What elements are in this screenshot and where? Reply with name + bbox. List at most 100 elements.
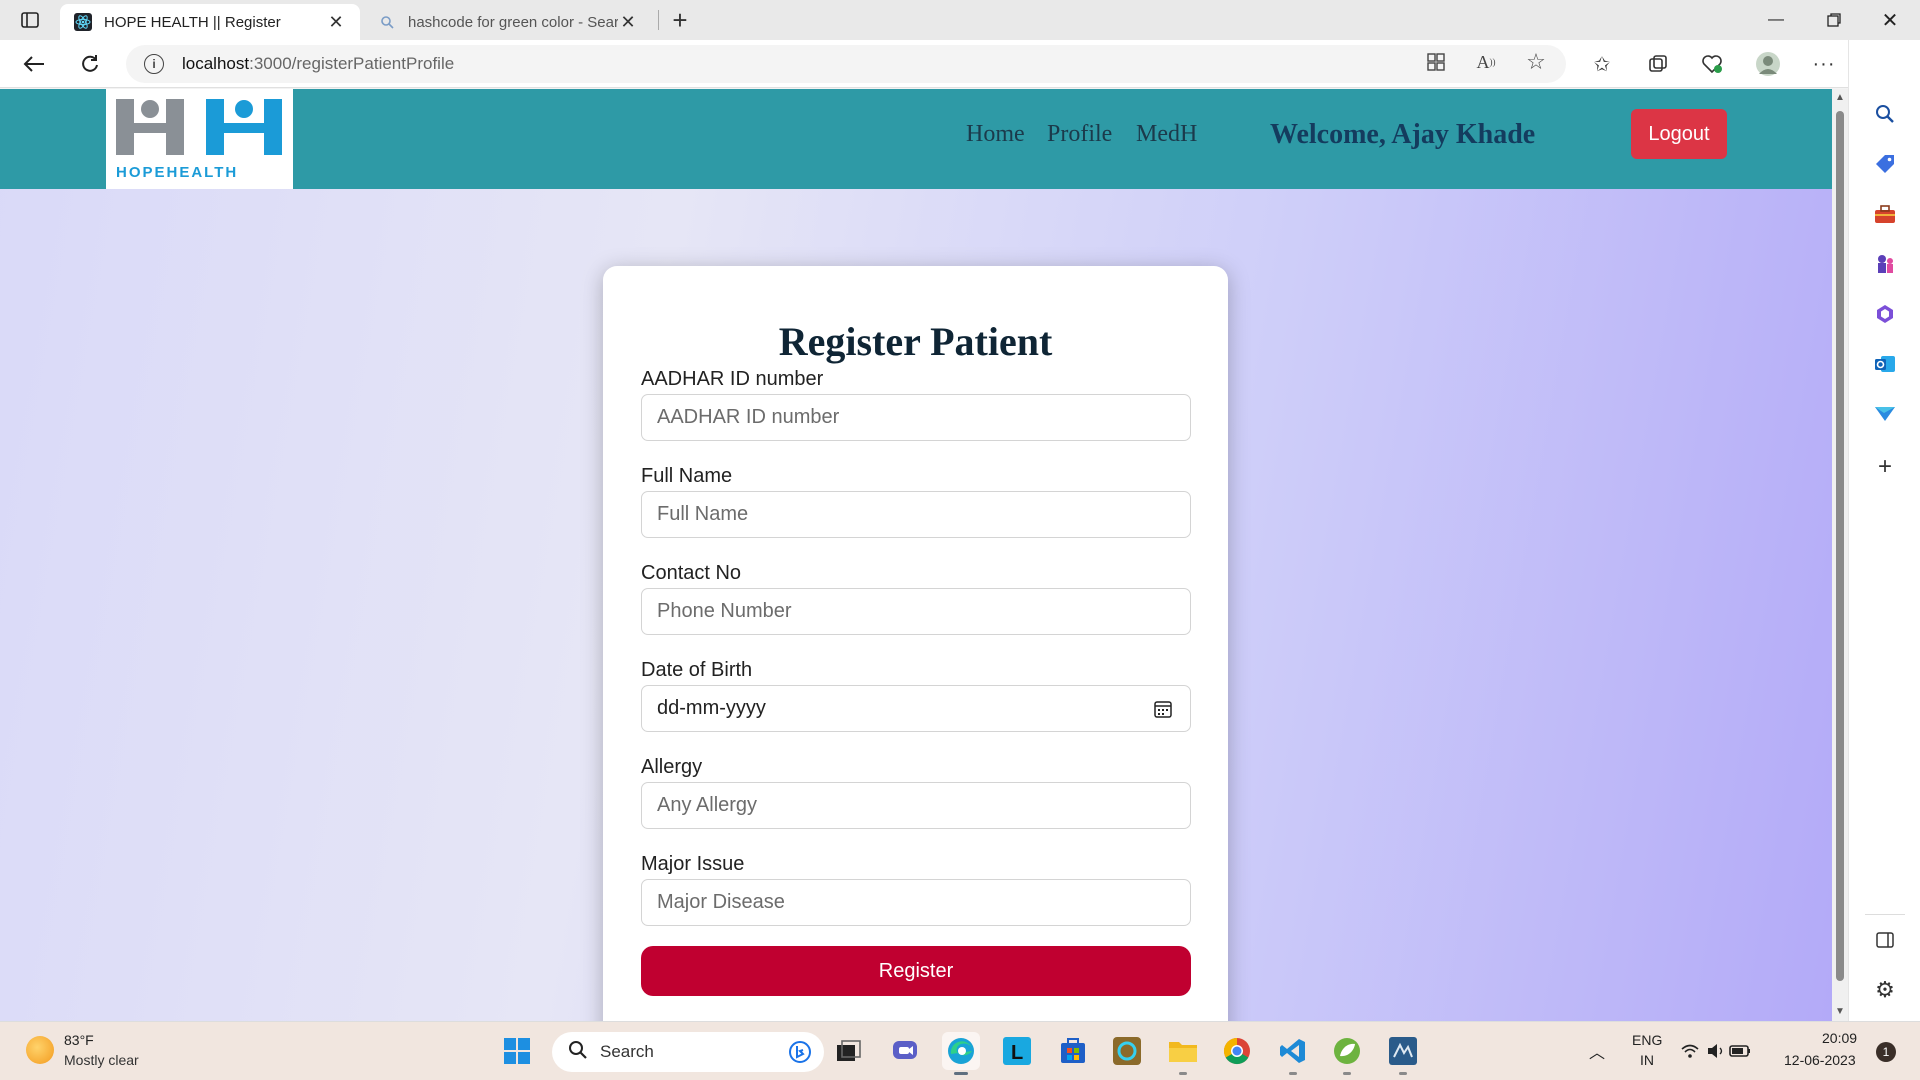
hope-health-logo[interactable]: HOPEHEALTH — [106, 89, 293, 189]
scroll-up-icon[interactable]: ▲ — [1835, 93, 1845, 103]
clock-time[interactable]: 20:09 — [1822, 1030, 1857, 1046]
file-explorer-icon[interactable] — [1164, 1032, 1202, 1075]
calendar-icon[interactable] — [1154, 700, 1172, 724]
chrome-icon[interactable] — [1218, 1032, 1256, 1070]
edge-sidebar: + ⚙ — [1848, 40, 1920, 1021]
language-code[interactable]: ENG — [1632, 1032, 1662, 1048]
sidebar-divider — [1865, 914, 1905, 915]
system-tray-icons[interactable] — [1676, 1032, 1756, 1070]
shopping-tag-icon[interactable] — [1869, 148, 1901, 180]
logo-graphic-icon: HOPEHEALTH — [116, 99, 282, 181]
site-info-icon[interactable]: i — [144, 54, 164, 74]
tab-hope-health[interactable]: HOPE HEALTH || Register ✕ — [60, 4, 360, 40]
app-available-icon[interactable] — [1422, 48, 1450, 76]
microsoft-store-icon[interactable] — [1054, 1032, 1092, 1070]
aadhar-label: AADHAR ID number — [641, 368, 824, 390]
refresh-icon[interactable] — [74, 48, 106, 80]
favorite-star-icon[interactable]: ☆ — [1522, 48, 1550, 76]
tab-actions-icon[interactable] — [14, 6, 46, 34]
weather-icon[interactable] — [26, 1036, 54, 1064]
weather-temperature[interactable]: 83°F — [64, 1032, 94, 1048]
browser-tab-strip: HOPE HEALTH || Register ✕ hashcode for g… — [0, 0, 1920, 40]
read-aloud-icon[interactable]: A)) — [1472, 48, 1500, 76]
full-name-label: Full Name — [641, 465, 733, 487]
notification-badge[interactable]: 1 — [1876, 1042, 1896, 1062]
vscode-icon[interactable] — [1274, 1032, 1312, 1075]
bing-search-icon — [788, 1040, 812, 1069]
windows-taskbar: 83°F Mostly clear Search L ︿ ENG IN 20:0… — [0, 1021, 1920, 1080]
nav-medh-link[interactable]: MedH — [1136, 121, 1197, 148]
profile-avatar-icon[interactable] — [1752, 48, 1784, 80]
register-button[interactable]: Register — [641, 946, 1191, 996]
start-windows-icon[interactable] — [498, 1032, 536, 1070]
close-window-icon[interactable]: ✕ — [1862, 0, 1918, 40]
running-app-indicator — [1399, 1072, 1407, 1075]
allergy-input[interactable] — [641, 782, 1191, 829]
tab-separator — [658, 10, 659, 30]
collections-icon[interactable] — [1642, 48, 1674, 80]
nav-profile-link[interactable]: Profile — [1047, 121, 1112, 148]
health-icon[interactable] — [1696, 48, 1728, 80]
mysql-workbench-icon[interactable] — [1384, 1032, 1422, 1075]
favorites-icon[interactable]: ✩ — [1586, 48, 1618, 80]
settings-gear-icon[interactable]: ⚙ — [1869, 974, 1901, 1006]
dob-input[interactable]: dd-mm-yyyy — [641, 685, 1191, 732]
logout-button[interactable]: Logout — [1631, 109, 1727, 159]
taskbar-search-box[interactable]: Search — [552, 1032, 824, 1072]
outlook-icon[interactable] — [1869, 348, 1901, 380]
chevron-up-icon[interactable]: ︿ — [1578, 1032, 1616, 1070]
form-title: Register Patient — [778, 319, 1053, 364]
active-app-indicator — [954, 1072, 968, 1075]
full-name-input[interactable] — [641, 491, 1191, 538]
nav-home-link[interactable]: Home — [966, 121, 1025, 148]
new-tab-icon[interactable]: + — [664, 4, 696, 36]
clock-date[interactable]: 12-06-2023 — [1784, 1052, 1856, 1068]
l-app-icon[interactable]: L — [998, 1032, 1036, 1070]
task-view-icon[interactable] — [830, 1032, 868, 1070]
search-icon — [568, 1040, 588, 1065]
taskbar-search-label: Search — [600, 1042, 654, 1061]
microsoft-365-icon[interactable] — [1869, 298, 1901, 330]
running-app-indicator — [1343, 1072, 1351, 1075]
weather-description[interactable]: Mostly clear — [64, 1052, 139, 1068]
major-issue-label: Major Issue — [641, 853, 745, 875]
more-options-icon[interactable]: ··· — [1808, 48, 1840, 80]
register-patient-card: Register Patient AADHAR ID number Full N… — [603, 266, 1228, 1021]
games-chess-icon[interactable] — [1869, 248, 1901, 280]
allergy-label: Allergy — [641, 756, 703, 778]
tools-briefcase-icon[interactable] — [1869, 198, 1901, 230]
running-app-indicator — [1179, 1072, 1187, 1075]
search-favicon-icon — [378, 13, 396, 31]
search-icon[interactable] — [1869, 98, 1901, 130]
close-tab-icon[interactable]: ✕ — [326, 12, 346, 32]
svg-text:L: L — [1011, 1042, 1023, 1064]
svg-text:HOPEHEALTH: HOPEHEALTH — [116, 164, 238, 181]
major-issue-input[interactable] — [641, 879, 1191, 926]
scrollbar-thumb[interactable] — [1836, 111, 1844, 981]
address-bar[interactable]: i localhost:3000/registerPatientProfile — [126, 45, 1566, 83]
site-navbar: HOPEHEALTH Home Profile MedH Welcome, Aj… — [0, 89, 1832, 189]
scroll-down-icon[interactable]: ▼ — [1835, 1007, 1845, 1017]
minimize-icon[interactable]: — — [1748, 0, 1804, 40]
tab-search[interactable]: hashcode for green color - Searc ✕ — [364, 4, 652, 40]
edge-taskbar-icon[interactable] — [942, 1032, 980, 1075]
dob-value: dd-mm-yyyy — [657, 697, 766, 719]
aadhar-input[interactable] — [641, 394, 1191, 441]
page-scrollbar[interactable]: ▲ ▼ — [1832, 89, 1848, 1021]
running-app-indicator — [1289, 1072, 1297, 1075]
spring-tools-icon[interactable] — [1328, 1032, 1366, 1075]
tab-title: hashcode for green color - Searc — [408, 13, 618, 31]
restore-icon[interactable] — [1806, 0, 1862, 40]
send-drop-icon[interactable] — [1869, 398, 1901, 430]
react-favicon-icon — [74, 13, 92, 31]
add-sidebar-app-icon[interactable]: + — [1869, 451, 1901, 483]
dob-label: Date of Birth — [641, 659, 753, 681]
contact-input[interactable] — [641, 588, 1191, 635]
close-tab-icon[interactable]: ✕ — [618, 12, 638, 32]
back-arrow-icon[interactable] — [18, 48, 50, 80]
language-region[interactable]: IN — [1640, 1052, 1654, 1068]
teams-chat-icon[interactable] — [886, 1032, 924, 1070]
ring-app-icon[interactable] — [1108, 1032, 1146, 1070]
tab-title: HOPE HEALTH || Register — [104, 13, 281, 31]
hide-sidebar-icon[interactable] — [1869, 924, 1901, 956]
